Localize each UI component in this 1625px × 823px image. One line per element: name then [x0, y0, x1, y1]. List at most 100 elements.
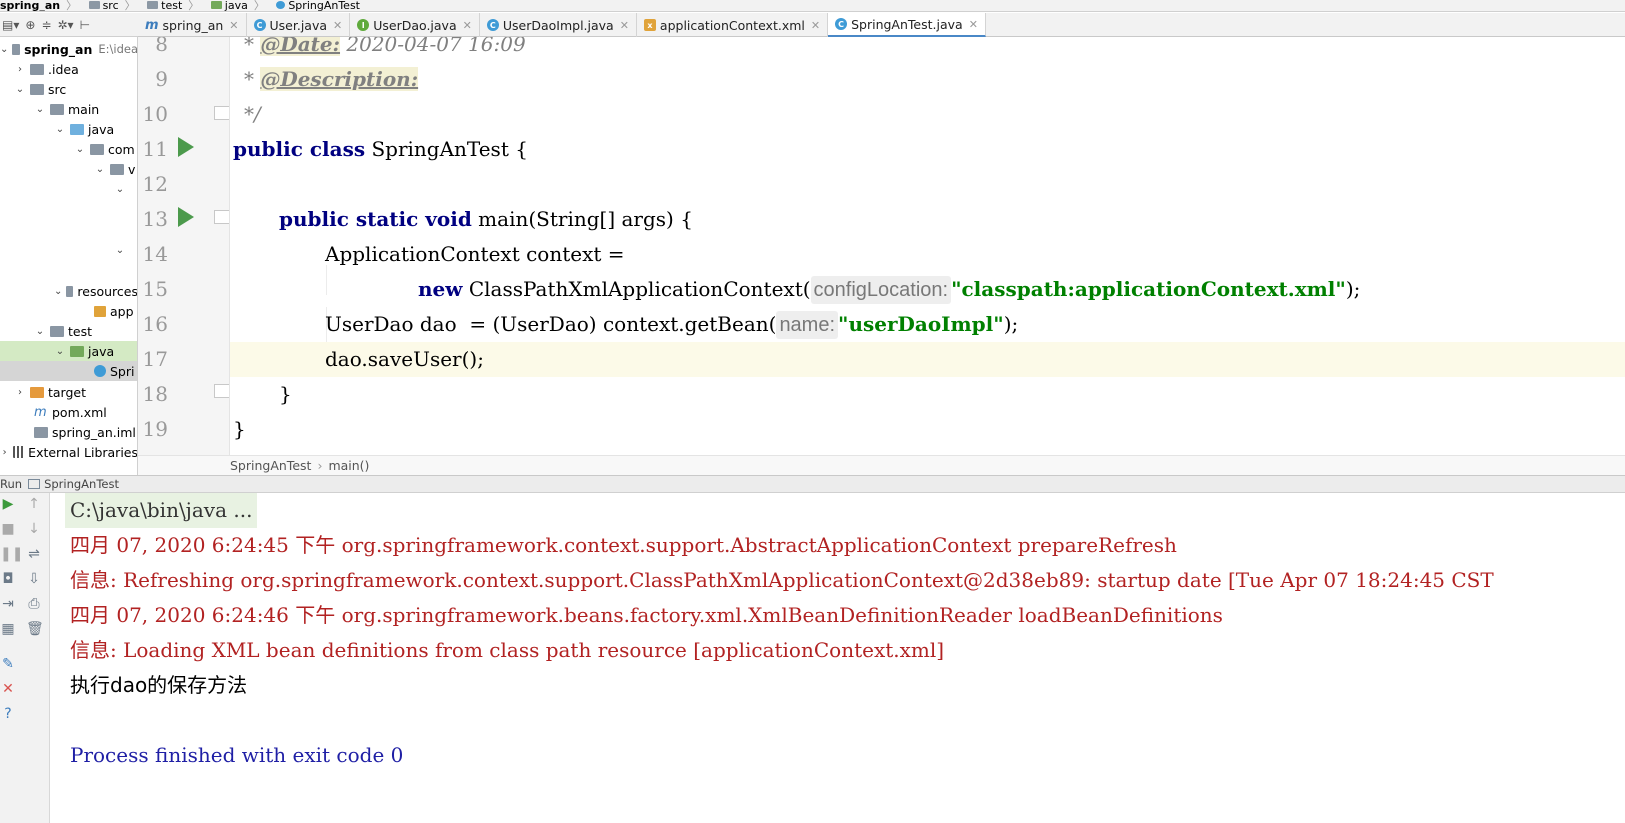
close-icon[interactable]: ✕ — [811, 19, 820, 32]
chevron-down-icon[interactable]: ⌄ — [34, 326, 46, 337]
layout-icon[interactable]: ▦ — [0, 621, 16, 637]
tab-spring-an[interactable]: m spring_an ✕ — [138, 13, 247, 37]
project-view-dropdown-icon[interactable]: ▤▾ — [2, 18, 19, 32]
tab-label: applicationContext.xml — [659, 17, 805, 33]
close-icon[interactable]: ✕ — [229, 19, 238, 32]
line-number: 13 — [142, 207, 168, 231]
code-line-19: } — [230, 412, 1625, 447]
collapse-icon[interactable]: ≑ — [41, 18, 51, 32]
tab-user-java[interactable]: C User.java ✕ — [247, 13, 351, 37]
chevron-down-icon[interactable]: ⌄ — [54, 286, 62, 297]
chevron-down-icon[interactable]: ⌄ — [54, 124, 66, 135]
run-gutter-icon[interactable] — [178, 137, 194, 157]
run-gutter-icon[interactable] — [178, 207, 194, 227]
tree-item-v[interactable]: ⌄ v — [0, 159, 137, 179]
line-number: 8 — [155, 37, 168, 56]
run-config-icon — [28, 479, 41, 489]
folder-icon — [30, 83, 44, 95]
breadcrumb-separator: 〉 — [66, 0, 78, 12]
code-text: ); — [1345, 277, 1361, 301]
chevron-right-icon[interactable]: › — [14, 64, 26, 75]
tree-item-main[interactable]: ⌄ main — [0, 99, 137, 119]
pin-icon[interactable]: ✎ — [0, 656, 16, 672]
scroll-to-end-icon[interactable]: ⇩ — [26, 571, 42, 587]
tree-item-com[interactable]: ⌄ com — [0, 139, 137, 159]
breadcrumb-test[interactable]: test — [143, 0, 182, 11]
hide-icon[interactable]: ⊢ — [80, 18, 90, 32]
tab-springantest-java[interactable]: C SpringAnTest.java ✕ — [828, 13, 986, 37]
code-editor[interactable]: * @Date: 2020-04-07 16:09 * @Description… — [230, 37, 1625, 455]
tab-userdao-java[interactable]: I UserDao.java ✕ — [350, 13, 480, 37]
breadcrumb-class[interactable]: SpringAnTest — [230, 458, 311, 473]
tree-item-idea[interactable]: › .idea — [0, 59, 137, 79]
tree-item-external-libraries[interactable]: › External Libraries — [0, 442, 137, 462]
breadcrumb-test-label: test — [161, 0, 183, 12]
tab-applicationcontext-xml[interactable]: x applicationContext.xml ✕ — [637, 13, 829, 37]
tab-userdaoimpl-java[interactable]: C UserDaoImpl.java ✕ — [480, 13, 637, 37]
tree-item-project[interactable]: ⌄ spring_an E:\idea — [0, 39, 137, 59]
tree-item-collapsed-1[interactable]: ⌄ — [0, 179, 137, 199]
code-text: UserDao dao = (UserDao) context.getBean( — [325, 312, 777, 336]
run-config-tab[interactable]: SpringAnTest — [28, 477, 119, 491]
login-icon[interactable]: ⇥ — [0, 596, 16, 612]
tree-item-target[interactable]: › target — [0, 382, 137, 402]
gear-icon[interactable]: ✲▾ — [58, 18, 74, 32]
chevron-down-icon[interactable]: ⌄ — [114, 184, 126, 195]
chevron-down-icon[interactable]: ⌄ — [14, 84, 26, 95]
close-icon[interactable]: ✕ — [463, 19, 472, 32]
folder-icon — [88, 1, 100, 9]
soft-wrap-icon[interactable]: ⇌ — [26, 546, 42, 562]
fold-icon[interactable] — [214, 384, 229, 398]
chevron-down-icon[interactable]: ⌄ — [114, 245, 126, 256]
trash-icon[interactable]: 🗑 — [26, 621, 44, 637]
tree-label: v — [128, 161, 136, 177]
breadcrumb-java[interactable]: java — [207, 0, 248, 11]
chevron-down-icon[interactable]: ⌄ — [0, 44, 8, 55]
breadcrumb-class[interactable]: SpringAnTest — [272, 0, 360, 11]
tree-item-pom[interactable]: m pom.xml — [0, 402, 137, 422]
arrow-up-icon[interactable]: ↑ — [26, 496, 42, 512]
class-icon — [94, 365, 106, 377]
chevron-down-icon[interactable]: ⌄ — [74, 144, 86, 155]
chevron-down-icon[interactable]: ⌄ — [54, 346, 66, 357]
tree-item-resources[interactable]: ⌄ resources — [0, 281, 137, 301]
tree-item-collapsed-2[interactable]: ⌄ — [0, 240, 137, 260]
tree-item-src[interactable]: ⌄ src — [0, 79, 137, 99]
close-icon[interactable]: ✕ — [333, 19, 342, 32]
print-icon[interactable]: ⎙ — [26, 596, 42, 612]
console-output[interactable]: C:\java\bin\java ... 四月 07, 2020 6:24:45… — [50, 493, 1625, 823]
fold-icon[interactable] — [214, 106, 229, 120]
tree-item-springantest[interactable]: Spri — [0, 361, 137, 381]
close-icon[interactable]: ✕ — [0, 681, 16, 697]
pause-icon[interactable]: ❚❚ — [0, 546, 23, 562]
chevron-down-icon[interactable]: ⌄ — [94, 164, 106, 175]
dump-threads-icon[interactable]: ◘ — [0, 571, 16, 587]
parameter-hint: name: — [776, 311, 839, 339]
tree-label: com — [108, 141, 135, 157]
breadcrumb-project[interactable]: spring_an — [0, 0, 60, 11]
close-icon[interactable]: ✕ — [620, 19, 629, 32]
tree-item-main-java[interactable]: ⌄ java — [0, 119, 137, 139]
package-icon — [90, 143, 104, 155]
tree-item-test[interactable]: ⌄ test — [0, 321, 137, 341]
stop-icon[interactable]: ■ — [0, 521, 16, 537]
help-icon[interactable]: ? — [0, 706, 16, 722]
maven-icon: m — [145, 17, 159, 33]
breadcrumb-separator: 〉 — [253, 0, 265, 12]
arrow-down-icon[interactable]: ↓ — [26, 521, 42, 537]
rerun-icon[interactable]: ▶ — [0, 496, 16, 512]
fold-icon[interactable] — [214, 210, 229, 224]
folder-icon — [12, 43, 21, 55]
chevron-right-icon[interactable]: › — [14, 387, 26, 398]
locate-icon[interactable]: ⊕ — [25, 18, 35, 32]
string-literal: "classpath:applicationContext.xml" — [951, 277, 1346, 301]
close-icon[interactable]: ✕ — [969, 18, 978, 31]
tree-item-iml[interactable]: spring_an.iml — [0, 422, 137, 442]
breadcrumb-src[interactable]: src — [85, 0, 119, 11]
breadcrumb-method[interactable]: main() — [328, 458, 369, 473]
chevron-down-icon[interactable]: ⌄ — [34, 104, 46, 115]
chevron-right-icon[interactable]: › — [0, 447, 9, 458]
project-toolbar: ▤▾ ⊕ ≑ ✲▾ ⊢ — [0, 13, 138, 37]
tree-item-app[interactable]: app — [0, 301, 137, 321]
tree-item-test-java[interactable]: ⌄ java — [0, 341, 137, 361]
